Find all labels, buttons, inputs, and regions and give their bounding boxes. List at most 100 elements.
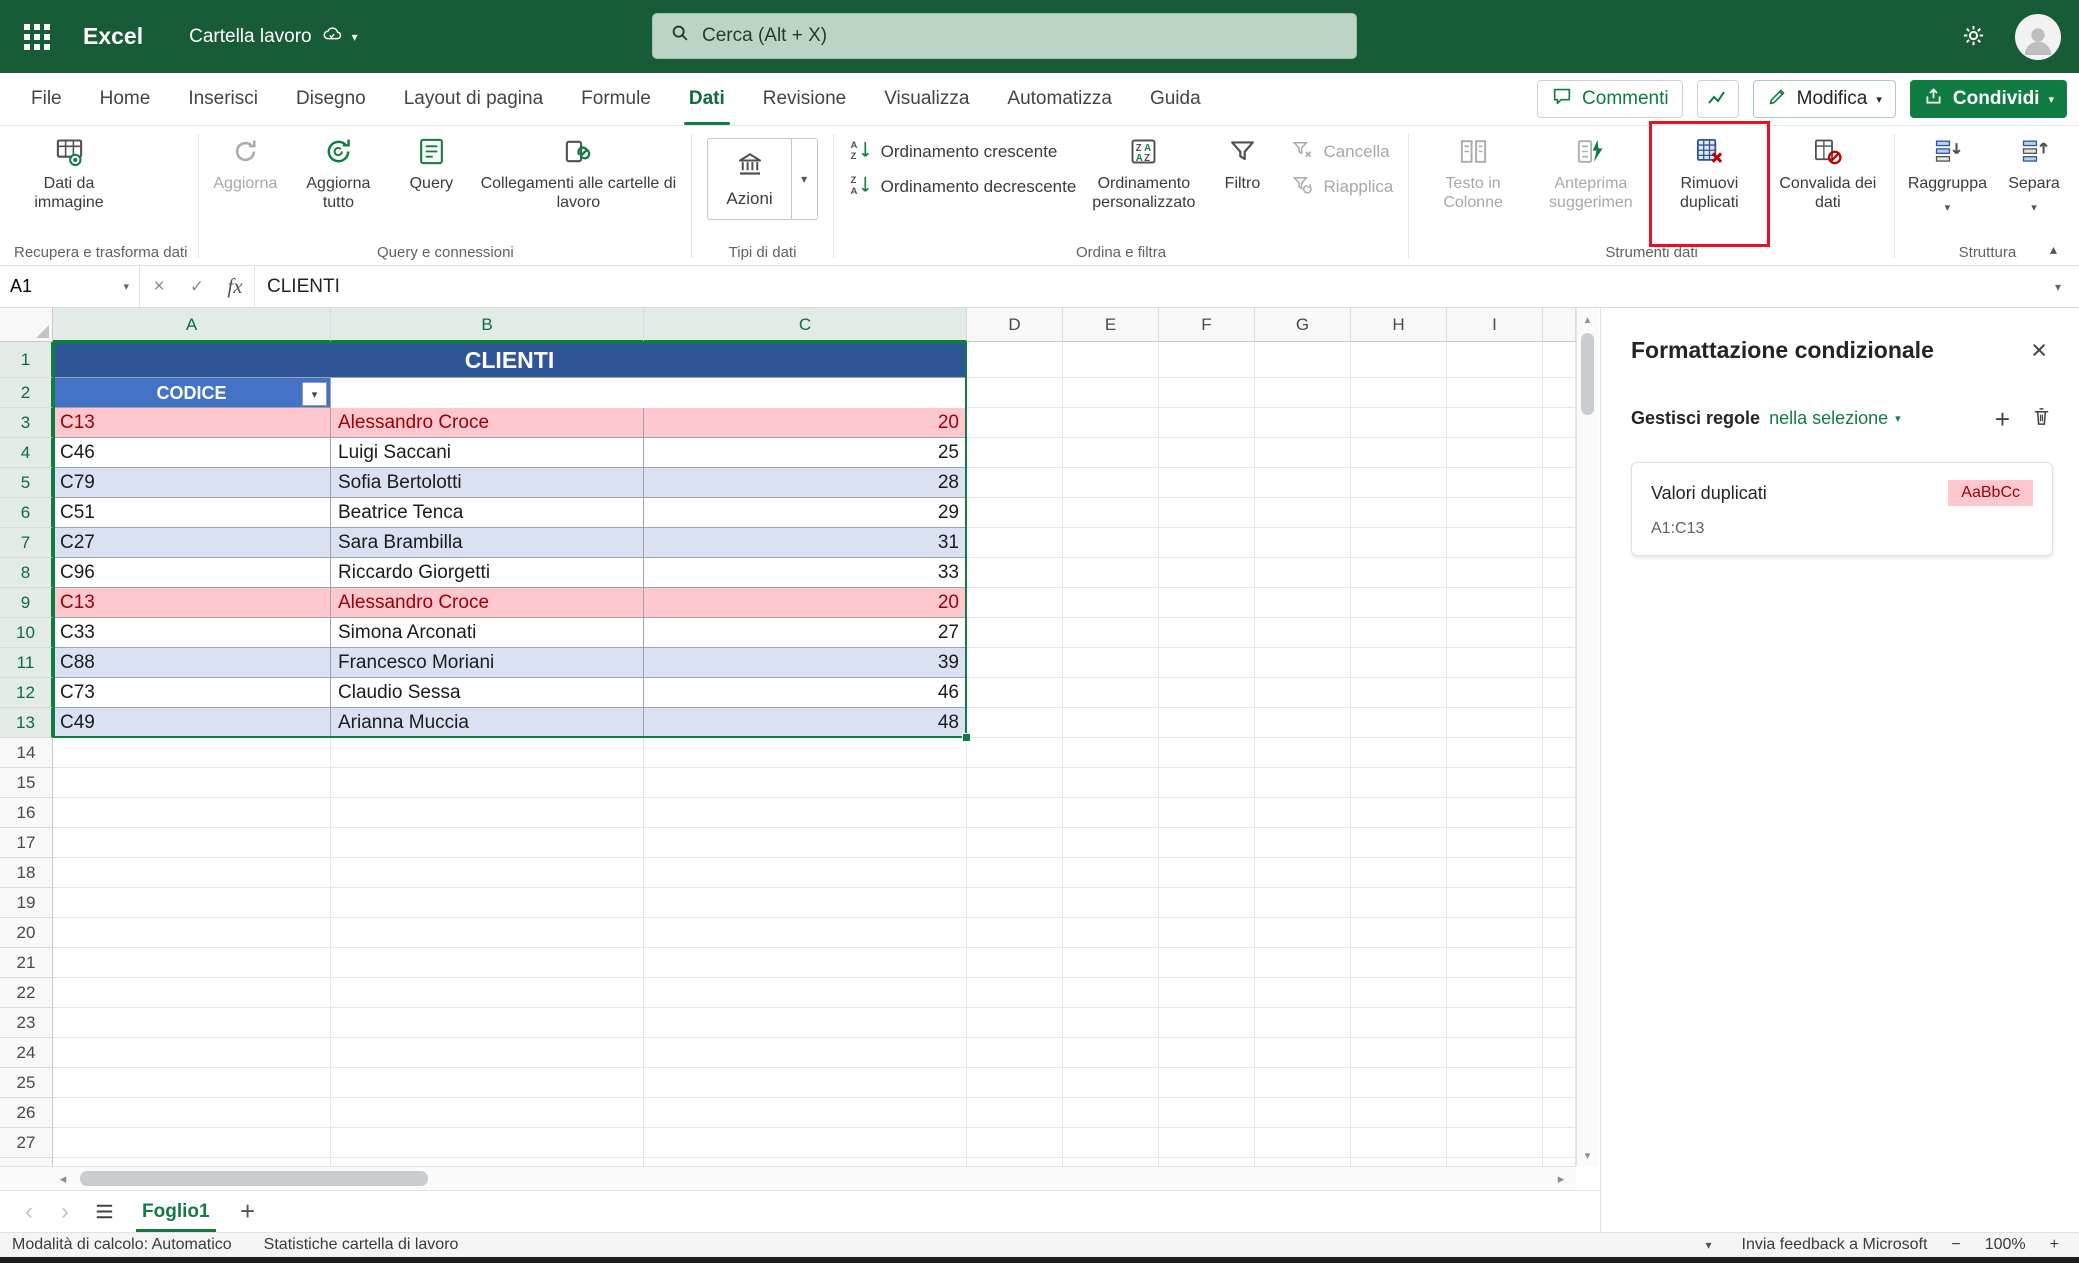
- cell-a8[interactable]: C96: [53, 558, 331, 588]
- column-header-c[interactable]: C: [644, 308, 967, 342]
- cell-b25[interactable]: [331, 1068, 644, 1098]
- cell-blank7[interactable]: [1543, 528, 1576, 558]
- cell-blank25[interactable]: [1543, 1068, 1576, 1098]
- workbook-statistics-button[interactable]: Statistiche cartella di lavoro: [264, 1236, 459, 1254]
- cell-d4[interactable]: [967, 438, 1063, 468]
- confirm-entry-icon[interactable]: ✓: [178, 266, 216, 307]
- add-sheet-button[interactable]: +: [228, 1191, 268, 1232]
- row-header-8[interactable]: 8: [0, 558, 53, 588]
- row-header-14[interactable]: 14: [0, 738, 53, 768]
- cell-f24[interactable]: [1159, 1038, 1255, 1068]
- select-all-corner[interactable]: [0, 308, 53, 342]
- cell-g18[interactable]: [1255, 858, 1351, 888]
- cell-a28[interactable]: [53, 1158, 331, 1166]
- cell-h5[interactable]: [1351, 468, 1447, 498]
- row-header-24[interactable]: 24: [0, 1038, 53, 1068]
- cell-e22[interactable]: [1063, 978, 1159, 1008]
- cell-c25[interactable]: [644, 1068, 967, 1098]
- cell-b15[interactable]: [331, 768, 644, 798]
- cell-c21[interactable]: [644, 948, 967, 978]
- cell-blank12[interactable]: [1543, 678, 1576, 708]
- cell-f23[interactable]: [1159, 1008, 1255, 1038]
- row-header-16[interactable]: 16: [0, 798, 53, 828]
- cell-f28[interactable]: [1159, 1158, 1255, 1166]
- cell-i22[interactable]: [1447, 978, 1543, 1008]
- cell-c15[interactable]: [644, 768, 967, 798]
- cell-g8[interactable]: [1255, 558, 1351, 588]
- cell-g23[interactable]: [1255, 1008, 1351, 1038]
- cell-i15[interactable]: [1447, 768, 1543, 798]
- scroll-down-icon[interactable]: ▾: [1577, 1144, 1598, 1166]
- cell-i26[interactable]: [1447, 1098, 1543, 1128]
- cell-i19[interactable]: [1447, 888, 1543, 918]
- cell-f12[interactable]: [1159, 678, 1255, 708]
- cell-d8[interactable]: [967, 558, 1063, 588]
- cell-a5[interactable]: C79: [53, 468, 331, 498]
- cell-e21[interactable]: [1063, 948, 1159, 978]
- cell-c28[interactable]: [644, 1158, 967, 1166]
- cell-blank23[interactable]: [1543, 1008, 1576, 1038]
- row-header-10[interactable]: 10: [0, 618, 53, 648]
- cell-c6[interactable]: 29: [644, 498, 967, 528]
- cell-d1[interactable]: [967, 342, 1063, 378]
- cell-g27[interactable]: [1255, 1128, 1351, 1158]
- cell-i14[interactable]: [1447, 738, 1543, 768]
- cell-i6[interactable]: [1447, 498, 1543, 528]
- cell-blank27[interactable]: [1543, 1128, 1576, 1158]
- cell-f7[interactable]: [1159, 528, 1255, 558]
- cell-d28[interactable]: [967, 1158, 1063, 1166]
- cell-h6[interactable]: [1351, 498, 1447, 528]
- zoom-level-button[interactable]: 100%: [1985, 1236, 2026, 1254]
- cell-h1[interactable]: [1351, 342, 1447, 378]
- menu-tab-inserisci[interactable]: Inserisci: [169, 73, 277, 125]
- cell-i17[interactable]: [1447, 828, 1543, 858]
- cell-e13[interactable]: [1063, 708, 1159, 738]
- cell-b17[interactable]: [331, 828, 644, 858]
- cell-f17[interactable]: [1159, 828, 1255, 858]
- row-header-23[interactable]: 23: [0, 1008, 53, 1038]
- row-header-5[interactable]: 5: [0, 468, 53, 498]
- cell-d24[interactable]: [967, 1038, 1063, 1068]
- cell-g26[interactable]: [1255, 1098, 1351, 1128]
- cell-a17[interactable]: [53, 828, 331, 858]
- cell-g7[interactable]: [1255, 528, 1351, 558]
- cell-d14[interactable]: [967, 738, 1063, 768]
- cell-h9[interactable]: [1351, 588, 1447, 618]
- cell-e16[interactable]: [1063, 798, 1159, 828]
- ribbon-button-ordinamento-decrescente[interactable]: ZAOrdinamento decrescente: [841, 169, 1085, 204]
- column-header-h[interactable]: H: [1351, 308, 1447, 342]
- cell-d12[interactable]: [967, 678, 1063, 708]
- cell-c20[interactable]: [644, 918, 967, 948]
- next-sheet-icon[interactable]: ›: [48, 1191, 82, 1232]
- ribbon-button-query[interactable]: Query: [392, 128, 470, 236]
- cell-c22[interactable]: [644, 978, 967, 1008]
- cell-b23[interactable]: [331, 1008, 644, 1038]
- cell-e4[interactable]: [1063, 438, 1159, 468]
- cell-blank26[interactable]: [1543, 1098, 1576, 1128]
- close-icon[interactable]: ×: [2025, 336, 2053, 365]
- fill-handle[interactable]: [962, 733, 971, 742]
- cell-g15[interactable]: [1255, 768, 1351, 798]
- cell-i1[interactable]: [1447, 342, 1543, 378]
- ribbon-dropdown-azioni[interactable]: Azioni▾: [707, 138, 817, 220]
- row-header-12[interactable]: 12: [0, 678, 53, 708]
- cell-e3[interactable]: [1063, 408, 1159, 438]
- cell-e28[interactable]: [1063, 1158, 1159, 1166]
- cell-g6[interactable]: [1255, 498, 1351, 528]
- cell-g25[interactable]: [1255, 1068, 1351, 1098]
- cell-i8[interactable]: [1447, 558, 1543, 588]
- cell-a10[interactable]: C33: [53, 618, 331, 648]
- cell-a7[interactable]: C27: [53, 528, 331, 558]
- cell-c4[interactable]: 25: [644, 438, 967, 468]
- cell-d17[interactable]: [967, 828, 1063, 858]
- expand-formula-bar-icon[interactable]: ▾: [2037, 279, 2079, 295]
- cell-i11[interactable]: [1447, 648, 1543, 678]
- cell-blank2[interactable]: [1543, 378, 1576, 408]
- cell-b12[interactable]: Claudio Sessa: [331, 678, 644, 708]
- menu-tab-file[interactable]: File: [12, 73, 81, 125]
- menu-tab-home[interactable]: Home: [81, 73, 170, 125]
- cell-c18[interactable]: [644, 858, 967, 888]
- menu-tab-automatizza[interactable]: Automatizza: [988, 73, 1131, 125]
- cell-blank9[interactable]: [1543, 588, 1576, 618]
- cell-f2[interactable]: [1159, 378, 1255, 408]
